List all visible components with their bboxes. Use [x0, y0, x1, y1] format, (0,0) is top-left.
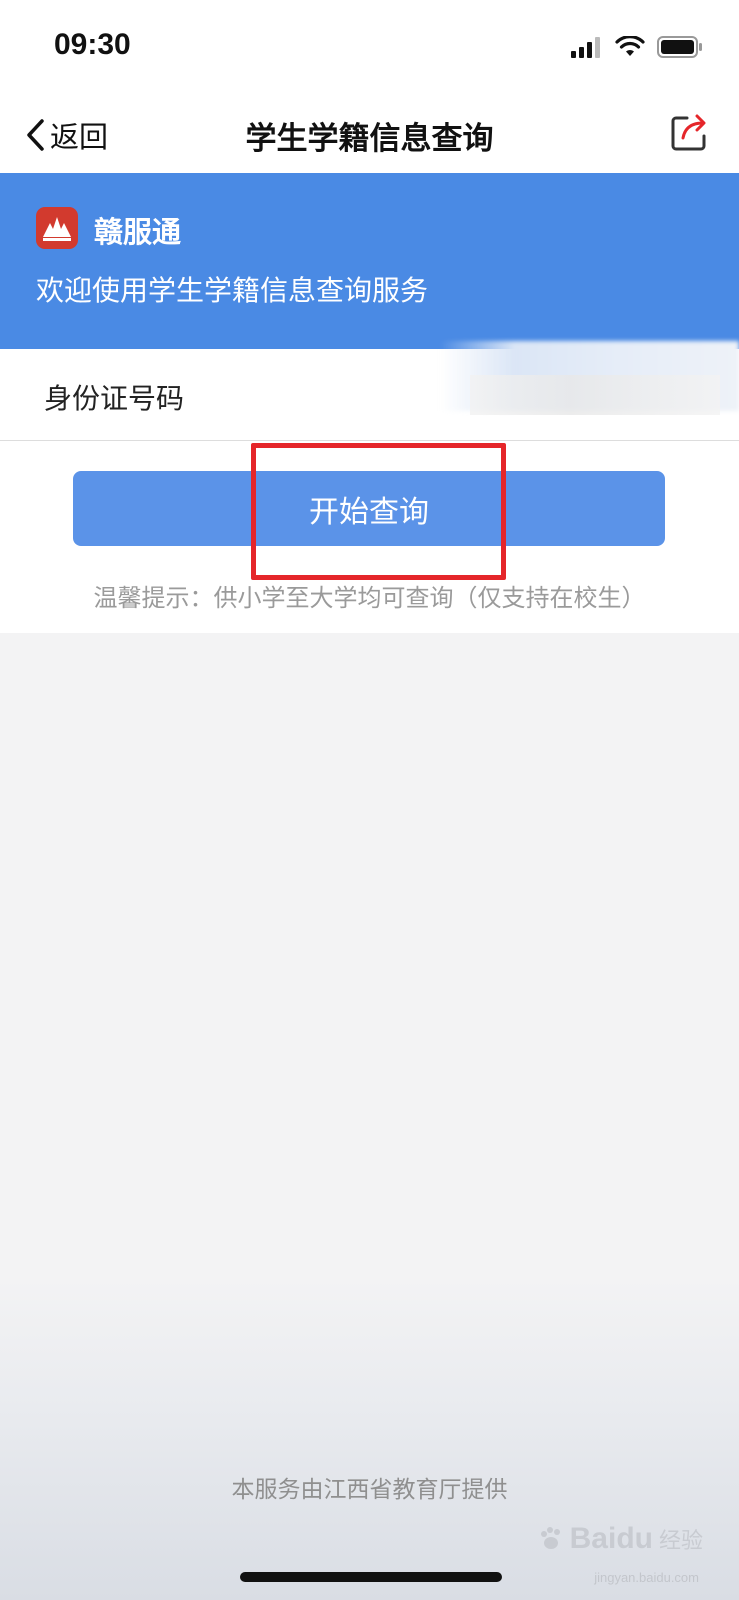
signal-icon — [571, 37, 600, 58]
share-button[interactable] — [669, 111, 711, 153]
home-indicator[interactable] — [240, 1572, 502, 1582]
paw-icon — [540, 1527, 560, 1549]
share-icon — [671, 114, 706, 151]
logo-icon — [43, 217, 71, 241]
provider-text: 本服务由江西省教育厅提供 — [231, 1477, 508, 1503]
id-number-row[interactable]: 身份证号码 — [0, 341, 739, 441]
start-query-label: 开始查询 — [309, 494, 429, 530]
watermark-url: jingyan.baidu.com — [594, 1570, 699, 1585]
redacted-id-value-shade — [470, 375, 720, 415]
baidu-watermark: Baidu 经验 — [538, 1522, 703, 1556]
page-title: 学生学籍信息查询 — [245, 121, 494, 157]
service-banner: 赣服通 欢迎使用学生学籍信息查询服务 — [0, 173, 739, 349]
status-bar: 09:30 — [0, 0, 739, 95]
status-icons — [571, 34, 703, 60]
query-section: 开始查询 温馨提示：供小学至大学均可查询（仅支持在校生） — [0, 441, 739, 633]
watermark-main: Baidu — [569, 1522, 653, 1555]
start-query-button[interactable]: 开始查询 — [73, 471, 665, 546]
tip-text: 温馨提示：供小学至大学均可查询（仅支持在校生） — [93, 584, 646, 612]
navigation-bar: 返回 学生学籍信息查询 — [0, 95, 739, 173]
ganfutong-logo — [36, 207, 78, 249]
watermark-sub: 经验 — [658, 1529, 703, 1554]
welcome-text: 欢迎使用学生学籍信息查询服务 — [36, 274, 429, 307]
status-time: 09:30 — [54, 28, 131, 61]
battery-icon — [657, 36, 702, 58]
id-number-label: 身份证号码 — [44, 382, 185, 415]
wifi-icon — [615, 36, 645, 56]
brand-name: 赣服通 — [94, 215, 182, 249]
